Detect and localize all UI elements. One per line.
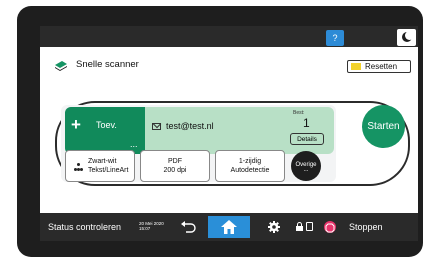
sides-value: Autodetectie: [230, 167, 270, 174]
top-bar: ?: [40, 26, 418, 47]
card-icon[interactable]: [306, 222, 313, 231]
bottom-bar: Status controleren 20 Mei 2020 15:07 Sto…: [40, 213, 418, 241]
status-check-button[interactable]: Status controleren: [48, 222, 121, 232]
color-mode-option[interactable]: Zwart-wit Tekst/LineArt: [65, 150, 135, 182]
details-button[interactable]: Details: [290, 133, 324, 145]
envelope-icon: [152, 123, 161, 130]
color-mode-value: Tekst/LineArt: [88, 167, 129, 174]
reset-button[interactable]: Resetten: [347, 60, 411, 73]
help-button[interactable]: ?: [326, 30, 344, 46]
home-button[interactable]: [208, 216, 250, 238]
night-mode-button[interactable]: [397, 29, 416, 46]
file-format-option[interactable]: PDF 200 dpi: [140, 150, 210, 182]
file-format-value: 200 dpi: [163, 167, 187, 174]
add-more-indicator: ...: [130, 139, 138, 149]
other-settings-button[interactable]: Overige ...: [291, 151, 321, 181]
plus-icon: +: [71, 115, 81, 134]
scanner-icon: [55, 61, 67, 71]
app-title: Snelle scanner: [76, 59, 139, 70]
back-arrow-icon[interactable]: [180, 221, 196, 233]
touch-screen: ? Snelle scanner Resetten + Toev. ... te…: [40, 26, 418, 241]
stop-button[interactable]: Stoppen: [349, 222, 383, 232]
stop-icon[interactable]: [324, 221, 336, 233]
sides-label: 1-zijdig: [238, 158, 262, 165]
lock-icon[interactable]: [296, 222, 303, 231]
add-destination-label: Toev.: [96, 120, 117, 130]
file-format-label: PDF: [168, 158, 182, 165]
date-time: 20 Mei 2020 15:07: [139, 221, 164, 231]
moon-icon: [402, 31, 414, 42]
sides-option[interactable]: 1-zijdig Autodetectie: [215, 150, 285, 182]
other-settings-more: ...: [303, 167, 309, 173]
reset-icon: [351, 63, 361, 70]
destination-email: test@test.nl: [166, 121, 214, 131]
start-button[interactable]: Starten: [362, 105, 405, 148]
color-mode-label: Zwart-wit: [88, 158, 117, 165]
home-icon: [221, 220, 237, 234]
copies-count[interactable]: 1: [303, 116, 310, 130]
gear-icon[interactable]: [268, 221, 280, 233]
color-dots-icon: [74, 163, 84, 173]
time-text: 15:07: [139, 226, 151, 231]
reset-label: Resetten: [365, 62, 398, 71]
